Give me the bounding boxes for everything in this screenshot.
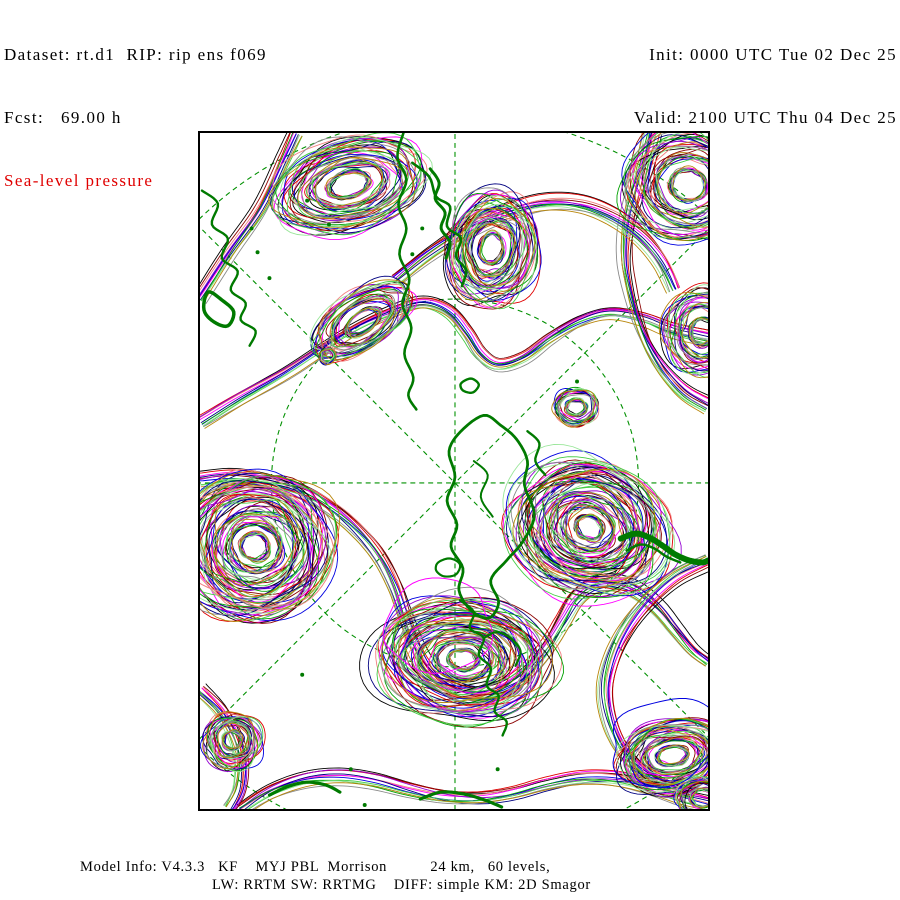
header-right: Init: 0000 UTC Tue 02 Dec 25 Valid: 2100… bbox=[634, 2, 897, 149]
init-time-line: Init: 0000 UTC Tue 02 Dec 25 bbox=[649, 45, 897, 64]
model-info-line1: Model Info: V4.3.3 KF MYJ PBL Morrison 2… bbox=[80, 859, 551, 875]
model-info-line2: LW: RRTM SW: RRTMG DIFF: simple KM: 2D S… bbox=[212, 877, 591, 893]
map-frame bbox=[198, 131, 710, 811]
slp-contour-map bbox=[200, 133, 708, 809]
dataset-line: Dataset: rt.d1 RIP: rip ens f069 bbox=[4, 45, 267, 64]
valid-time-line: Valid: 2100 UTC Thu 04 Dec 25 bbox=[633, 108, 897, 127]
forecast-hour-line: Fcst: 69.00 h bbox=[4, 108, 122, 127]
